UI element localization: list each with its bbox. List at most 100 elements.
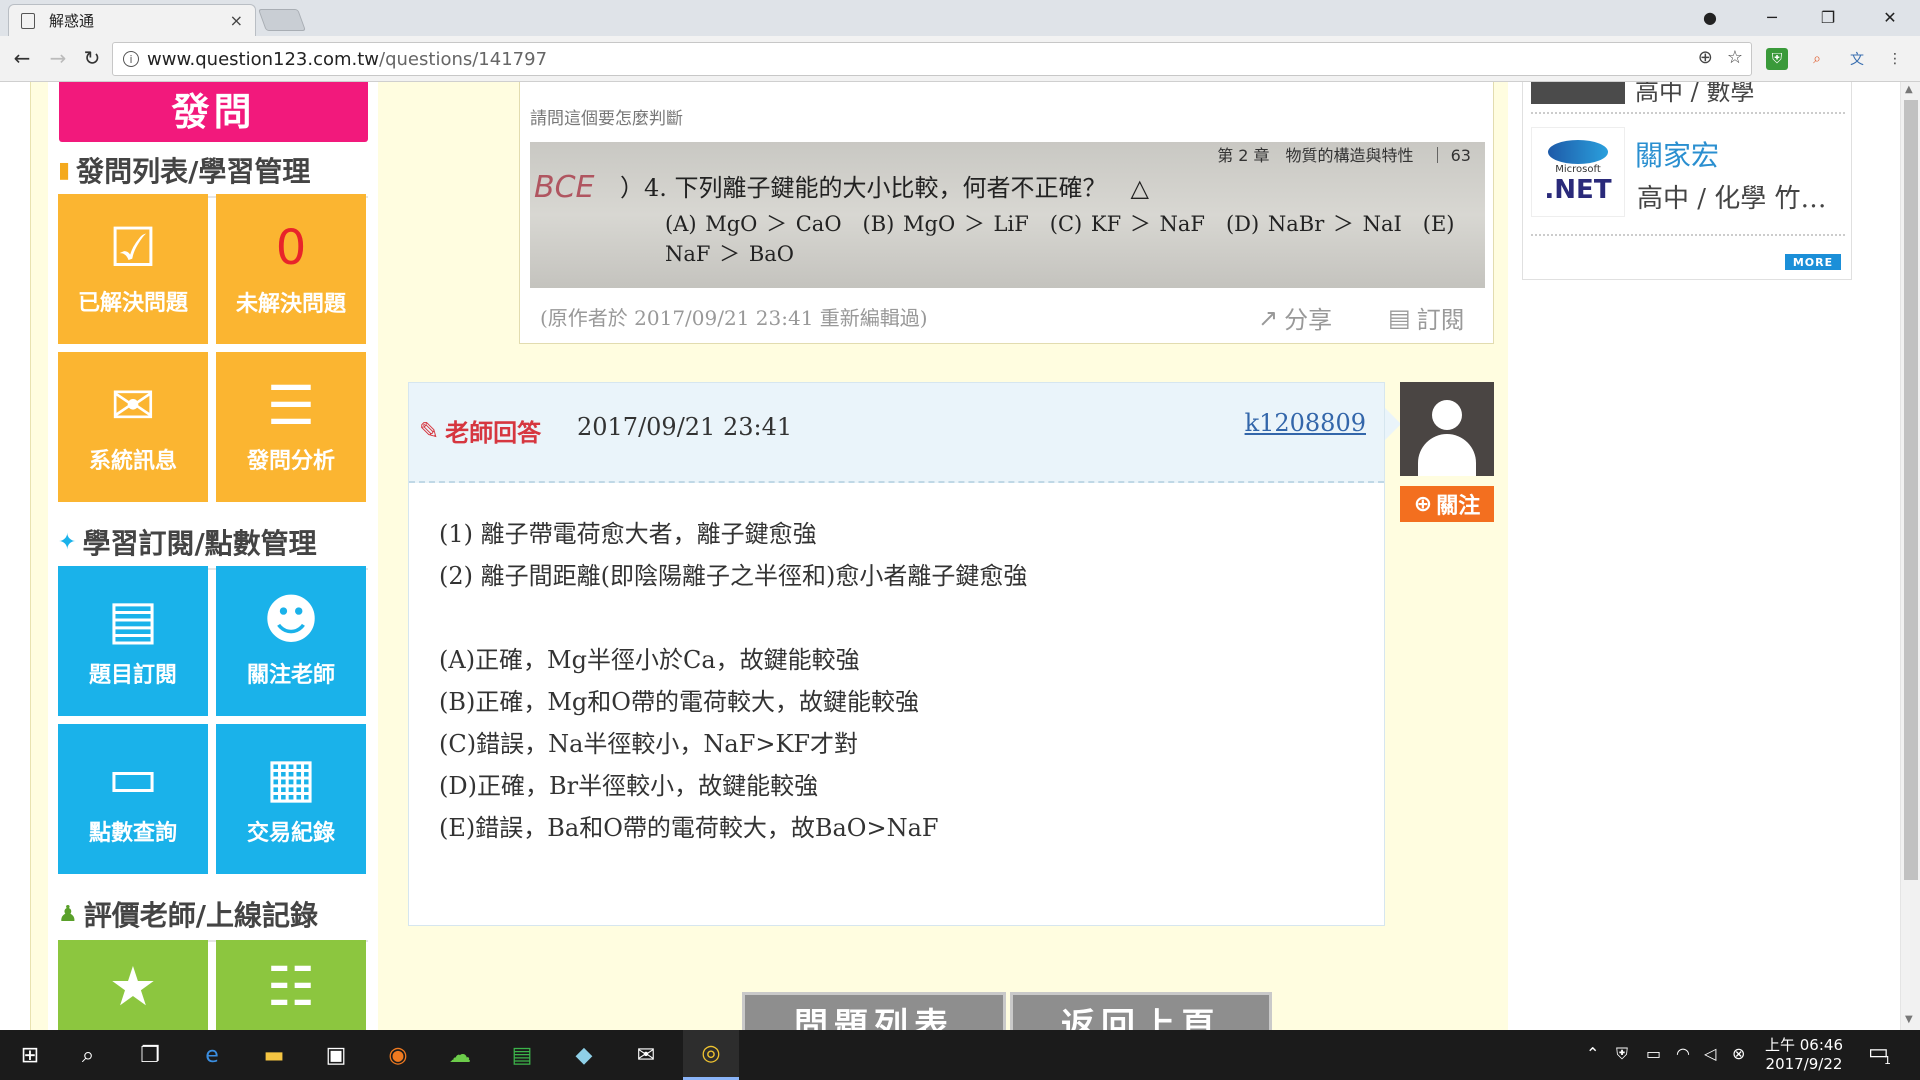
answer-line: (C)錯誤，Na半徑較小，NaF>KF才對 [439, 730, 859, 758]
ruler-app-icon[interactable]: ◆ [559, 1030, 609, 1080]
close-window-button[interactable]: ✕ [1862, 0, 1918, 34]
list-icon: ☷ [266, 955, 316, 1018]
tile-analysis[interactable]: ☰ 發問分析 [216, 352, 366, 502]
follow-button[interactable]: ⊕ 關注 [1400, 486, 1494, 522]
more-button[interactable]: MORE [1785, 254, 1841, 270]
extension-shield-icon[interactable]: ⛨ [1766, 48, 1788, 70]
share-icon: ↗ [1258, 303, 1279, 332]
question-list-button[interactable]: 問題列表 [742, 992, 1006, 1030]
tile-online-records[interactable]: ☷ [216, 940, 366, 1030]
ask-question-button[interactable]: 發問 [59, 82, 368, 142]
image-options-line: (A) MgO ＞ CaO (B) MgO ＞ LiF (C) KF ＞ NaF… [665, 212, 1455, 266]
wifi-icon[interactable]: ◠ [1676, 1044, 1690, 1063]
ask-label: 發問 [171, 90, 256, 134]
section-title-ratings: ♟ 評價老師/上線記錄 [58, 894, 368, 942]
search-icon[interactable]: ⌕ [63, 1030, 113, 1080]
teacher-name-link[interactable]: 關家宏 [1635, 134, 1719, 174]
person-icon: ♟ [58, 901, 78, 927]
pin-icon: ✦ [58, 529, 77, 555]
firefox-icon[interactable]: ◉ [373, 1030, 423, 1080]
address-bar[interactable]: i www.question123.com.tw/questions/14179… [112, 42, 1752, 76]
tile-messages[interactable]: ✉ 系統訊息 [58, 352, 208, 502]
mail-app-icon[interactable]: ✉ [621, 1030, 671, 1080]
question-card: 請問這個要怎麼判斷 第 2 章 物質的構造與特性 ｜ 63 BCE ）4. 下列… [519, 82, 1494, 344]
tile-transactions[interactable]: ▦ 交易紀錄 [216, 724, 366, 874]
clock-date: 2017/9/22 [1765, 1055, 1843, 1073]
image-handwriting: BCE [534, 170, 595, 205]
scroll-up-icon[interactable]: ▲ [1905, 84, 1913, 95]
battery-icon[interactable]: ▭ [1646, 1044, 1661, 1063]
clock-time: 上午 06:46 [1765, 1036, 1843, 1054]
tab-title: 解惑通 [49, 12, 95, 30]
tray-security-icon[interactable]: ⛨ [1616, 1044, 1628, 1064]
answer-line: (D)正確，Br半徑較小，故鍵能較強 [439, 772, 819, 800]
dotnet-logo[interactable]: Microsoft .NET [1531, 127, 1625, 217]
question-image[interactable]: 第 2 章 物質的構造與特性 ｜ 63 BCE ）4. 下列離子鍵能的大小比較，… [530, 142, 1485, 288]
scrollbar-thumb[interactable] [1904, 100, 1918, 880]
tile-rate-teacher[interactable]: ★ [58, 940, 208, 1030]
tile-subscribe[interactable]: ▤ 題目訂閱 [58, 566, 208, 716]
card-icon: ▭ [107, 746, 159, 809]
answer-body: (1) 離子帶電荷愈大者，離子鍵愈強 (2) 離子間距離(即陰陽離子之半徑和)愈… [419, 493, 1374, 917]
ime-icon[interactable]: ⊗ [1732, 1044, 1745, 1063]
tile-solved[interactable]: ☑ 已解決問題 [58, 194, 208, 344]
minimize-button[interactable]: ─ [1744, 0, 1800, 34]
profile-icon[interactable]: ● [1682, 0, 1738, 34]
teacher-answer: ✎ 老師回答 2017/09/21 23:41 k1208809 (1) 離子帶… [408, 382, 1385, 926]
share-button[interactable]: ↗ 分享 [1258, 300, 1332, 335]
answer-line: (B)正確，Mg和O帶的電荷較大，故鍵能較強 [439, 688, 919, 716]
document-icon: ▤ [1388, 303, 1411, 332]
answer-date: 2017/09/21 23:41 [577, 413, 793, 441]
tile-follow-teacher[interactable]: ☻ 關注老師 [216, 566, 366, 716]
plus-icon: ⊕ [1413, 491, 1433, 517]
menu-icon[interactable]: ⋮ [1884, 48, 1906, 70]
taskbar: ⊞ ⌕ ❐ e ▬ ▣ ◉ ☁ ▤ ◆ ✉ ◎ ⌃ ⛨ ▭ ◠ ◁ ⊗ 上午 0… [0, 1030, 1920, 1080]
teacher-snippet: 高中 / 數學 [1635, 82, 1755, 106]
scroll-down-icon[interactable]: ▼ [1905, 1014, 1913, 1025]
cloud-app-icon[interactable]: ☁ [435, 1030, 485, 1080]
answer-user-link[interactable]: k1208809 [1245, 409, 1366, 437]
back-arrow-icon[interactable]: ← [8, 44, 36, 72]
tile-unsolved[interactable]: 0 未解決問題 [216, 194, 366, 344]
answer-line: (A)正確，Mg半徑小於Ca，故鍵能較強 [439, 646, 860, 674]
back-page-button[interactable]: 返回上頁 [1010, 992, 1272, 1030]
info-icon[interactable]: i [123, 51, 139, 67]
notes-app-icon[interactable]: ▤ [497, 1030, 547, 1080]
answer-line: (2) 離子間距離(即陰陽離子之半徑和)愈小者離子鍵愈強 [439, 562, 1028, 590]
extension-translate-icon[interactable]: 文 [1846, 48, 1868, 70]
restore-button[interactable]: ❐ [1800, 0, 1856, 34]
chrome-icon[interactable]: ◎ [683, 1030, 739, 1080]
tab-close-icon[interactable]: × [230, 11, 243, 30]
star-icon: ★ [108, 955, 158, 1018]
answer-header: ✎ 老師回答 2017/09/21 23:41 k1208809 [409, 383, 1384, 483]
new-tab-button[interactable] [257, 9, 307, 31]
section-title-subscriptions: ✦ 學習訂閱/點數管理 [58, 522, 368, 570]
subscribe-button[interactable]: ▤ 訂閱 [1388, 300, 1465, 335]
tray-chevron-icon[interactable]: ⌃ [1586, 1044, 1599, 1063]
page-icon [21, 12, 35, 29]
image-header: 第 2 章 物質的構造與特性 ｜ 63 [1217, 146, 1471, 165]
teacher-thumb[interactable] [1531, 82, 1625, 104]
document-icon: ▤ [107, 588, 159, 651]
section-title-questions: ▮ 發問列表/學習管理 [58, 150, 368, 198]
reload-icon[interactable]: ↻ [78, 44, 106, 72]
forward-arrow-icon[interactable]: → [44, 44, 72, 72]
file-explorer-icon[interactable]: ▬ [249, 1030, 299, 1080]
teacher-avatar[interactable] [1400, 382, 1494, 476]
bookmark-star-icon[interactable]: ☆ [1727, 47, 1743, 68]
windows-start-icon[interactable]: ⊞ [5, 1030, 55, 1080]
question-text: 請問這個要怎麼判斷 [530, 109, 683, 129]
page-scrollbar[interactable]: ▲ ▼ [1900, 82, 1920, 1030]
browser-tab[interactable]: 解惑通 × [8, 4, 256, 36]
calculator-icon: ▦ [265, 746, 317, 809]
task-view-icon[interactable]: ❐ [125, 1030, 175, 1080]
clock[interactable]: 上午 06:46 2017/9/22 [1765, 1036, 1843, 1074]
page-viewport: 發問 ▮ 發問列表/學習管理 ☑ 已解決問題 0 未解決問題 ✉ 系統訊息 ☰ … [0, 82, 1920, 1030]
tile-points[interactable]: ▭ 點數查詢 [58, 724, 208, 874]
volume-icon[interactable]: ◁ [1704, 1044, 1716, 1063]
url-path: /questions/141797 [379, 48, 548, 70]
zoom-icon[interactable]: ⊕ [1698, 47, 1713, 68]
store-icon[interactable]: ▣ [311, 1030, 361, 1080]
extension-search-icon[interactable]: ⌕ [1806, 48, 1828, 70]
edge-icon[interactable]: e [187, 1030, 237, 1080]
